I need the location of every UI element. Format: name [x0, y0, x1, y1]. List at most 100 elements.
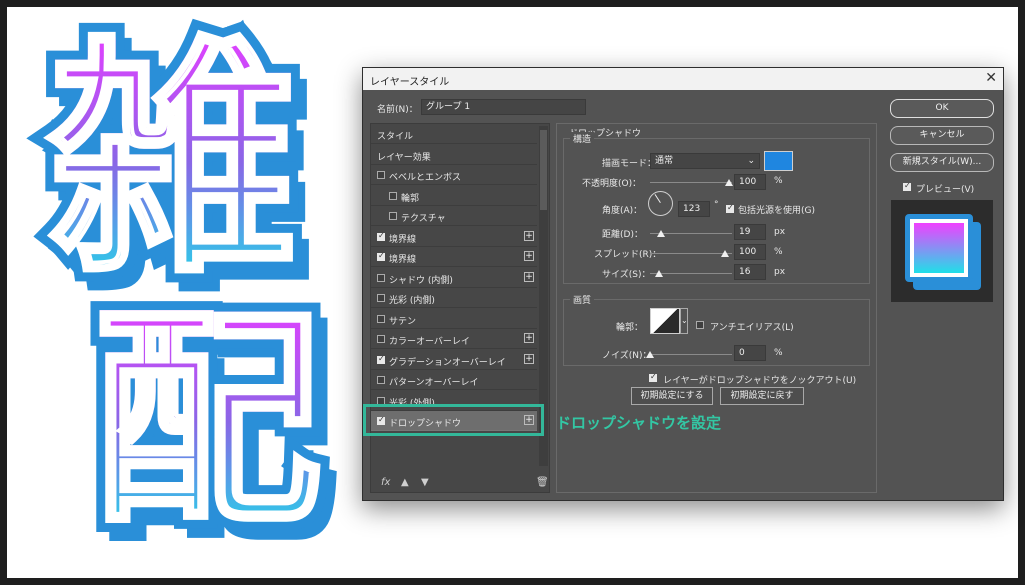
spread-slider[interactable] [650, 253, 732, 254]
add-effect-icon[interactable]: + [524, 333, 534, 343]
spread-slider-handle[interactable] [721, 250, 729, 257]
distance-unit: px [774, 227, 786, 237]
sidebar-item-label: 境界線 [389, 255, 417, 265]
sidebar-item[interactable]: パターンオーバーレイ [371, 370, 537, 390]
antialias-checkbox[interactable] [696, 321, 704, 329]
dialog-title: レイヤースタイル [370, 77, 450, 88]
sidebar-item-label: グラデーションオーバーレイ [389, 357, 506, 368]
shadow-color-swatch[interactable] [764, 151, 793, 171]
sidebar-item-checkbox[interactable] [377, 294, 385, 302]
sidebar-item[interactable]: カラーオーバーレイ + [371, 329, 537, 349]
angle-dial[interactable] [648, 191, 673, 216]
opacity-slider-handle[interactable] [725, 179, 733, 186]
cancel-button[interactable]: キャンセル [890, 126, 994, 145]
sidebar-item-label: テクスチャ [401, 214, 446, 224]
ok-button[interactable]: OK [890, 99, 994, 118]
angle-unit: ° [714, 200, 719, 210]
add-effect-icon[interactable]: + [524, 251, 534, 261]
opacity-unit: % [774, 176, 783, 186]
name-label: 名前(N)： [377, 105, 418, 115]
distance-slider-handle[interactable] [657, 230, 665, 237]
sidebar-item-checkbox[interactable] [377, 273, 385, 282]
reset-default-button[interactable]: 初期設定に戻す [720, 387, 804, 405]
preview-frame [905, 214, 973, 282]
opacity-label: 不透明度(O)： [582, 179, 642, 189]
sidebar-item[interactable]: シャドウ (内側) + [371, 268, 537, 288]
sidebar-item-label: シャドウ (内側) [389, 275, 453, 286]
size-unit: px [774, 267, 786, 277]
antialias-label: アンチエイリアス(L) [710, 323, 794, 333]
sidebar-item[interactable]: 境界線 + [371, 227, 537, 247]
sidebar-item-label: レイヤー効果 [377, 152, 431, 163]
name-input[interactable]: グループ 1 [421, 99, 586, 115]
sidebar-item[interactable]: サテン [371, 309, 537, 329]
sidebar-item[interactable]: 輪郭 [371, 186, 537, 206]
noise-input[interactable]: 0 [734, 345, 766, 361]
sidebar-item-checkbox[interactable] [389, 212, 397, 220]
noise-slider-handle[interactable] [646, 351, 654, 358]
add-effect-icon[interactable]: + [524, 271, 534, 282]
noise-unit: % [774, 348, 783, 358]
sidebar-item-checkbox[interactable] [389, 191, 397, 200]
trash-icon[interactable]: 🗑 [536, 477, 549, 488]
knockout-checkbox[interactable] [649, 372, 657, 382]
opacity-input[interactable]: 100 [734, 174, 766, 190]
sidebar-item-label: カラーオーバーレイ [389, 337, 470, 347]
preview-label: プレビュー(V) [916, 185, 975, 195]
contour-picker[interactable] [650, 308, 680, 334]
move-down-icon[interactable]: ▼ [421, 477, 429, 488]
add-effect-icon[interactable]: + [524, 230, 534, 241]
distance-input[interactable]: 19 [734, 224, 766, 240]
sidebar-item-label: 境界線 [389, 234, 417, 245]
structure-title: 構造 [570, 132, 595, 145]
style-sidebar: スタイルレイヤー効果ベベルとエンボス輪郭テクスチャ境界線+境界線+シャドウ (内… [370, 123, 550, 493]
angle-label: 角度(A)： [602, 206, 643, 216]
sidebar-item-checkbox[interactable] [377, 376, 385, 384]
sidebar-item-checkbox[interactable] [377, 171, 385, 179]
blend-mode-select[interactable]: 通常 ⌄ [650, 153, 760, 169]
add-effect-icon[interactable]: + [524, 353, 534, 364]
spread-input[interactable]: 100 [734, 244, 766, 260]
distance-label: 距離(D)： [602, 230, 643, 240]
sidebar-item-label: 輪郭 [401, 193, 420, 204]
sidebar-item-checkbox[interactable] [377, 335, 385, 343]
sidebar-item[interactable]: 光彩 (内側) [371, 288, 537, 308]
preview-checkbox[interactable] [903, 181, 911, 191]
sidebar-item-label: パターンオーバーレイ [389, 378, 479, 388]
sidebar-item-checkbox[interactable] [377, 231, 385, 241]
sidebar-item-checkbox[interactable] [377, 314, 385, 323]
noise-slider[interactable] [650, 354, 732, 355]
noise-label: ノイズ(N)： [602, 351, 652, 361]
size-slider-handle[interactable] [655, 270, 663, 277]
global-light-checkbox[interactable] [726, 203, 734, 213]
sidebar-item[interactable]: テクスチャ [371, 206, 537, 226]
sidebar-item[interactable]: ベベルとエンボス [371, 165, 537, 185]
contour-dropdown[interactable]: ⌄ [680, 308, 688, 334]
sidebar-item-label: スタイル [377, 132, 414, 142]
knockout-label: レイヤーがドロップシャドウをノックアウト(U) [663, 376, 857, 386]
structure-group: 構造 描画モード： 通常 ⌄ 不透明度(O)： 100 % 角度(A)： 123… [563, 132, 870, 284]
fx-icon[interactable]: fx [381, 477, 390, 488]
move-up-icon[interactable]: ▲ [401, 477, 409, 488]
sidebar-item-label: サテン [389, 316, 417, 327]
quality-group: 画質 輪郭： ⌄ アンチエイリアス(L) ノイズ(N)： 0 % [563, 293, 870, 366]
blend-mode-label: 描画モード： [602, 159, 657, 169]
sidebar-item[interactable]: スタイル [371, 124, 537, 144]
angle-input[interactable]: 123 [678, 201, 710, 217]
drop-shadow-highlight-box [363, 404, 544, 436]
sidebar-item-checkbox[interactable] [377, 354, 385, 364]
quality-title: 画質 [570, 293, 595, 306]
sidebar-item-label: 光彩 (内側) [389, 296, 435, 306]
sidebar-item[interactable]: レイヤー効果 [371, 145, 537, 165]
angle-dial-needle [654, 194, 661, 203]
new-style-button[interactable]: 新規スタイル(W)... [890, 153, 994, 172]
size-input[interactable]: 16 [734, 264, 766, 280]
close-icon[interactable]: ✕ [985, 70, 997, 86]
sidebar-item[interactable]: グラデーションオーバーレイ + [371, 350, 537, 370]
opacity-slider[interactable] [650, 182, 732, 183]
sidebar-item[interactable]: 境界線 + [371, 247, 537, 267]
callout-text: ドロップシャドウを設定 [556, 414, 722, 432]
make-default-button[interactable]: 初期設定にする [631, 387, 713, 405]
drop-shadow-panel: ドロップシャドウ 構造 描画モード： 通常 ⌄ 不透明度(O)： 100 % 角… [556, 123, 877, 493]
sidebar-item-checkbox[interactable] [377, 251, 385, 261]
